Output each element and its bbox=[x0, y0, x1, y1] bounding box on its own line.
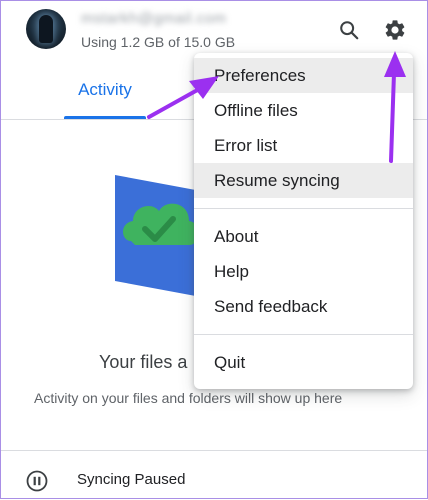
menu-item-error-list[interactable]: Error list bbox=[194, 128, 413, 163]
menu-divider bbox=[194, 208, 413, 209]
storage-usage: Using 1.2 GB of 15.0 GB bbox=[81, 34, 236, 50]
menu-item-help[interactable]: Help bbox=[194, 254, 413, 289]
menu-item-offline-files[interactable]: Offline files bbox=[194, 93, 413, 128]
sync-status-text: Syncing Paused bbox=[77, 471, 186, 488]
avatar-figure bbox=[39, 15, 53, 43]
settings-menu: Preferences Offline files Error list Res… bbox=[194, 53, 413, 389]
menu-item-send-feedback[interactable]: Send feedback bbox=[194, 289, 413, 324]
pause-circle-icon[interactable] bbox=[26, 470, 48, 492]
menu-item-preferences[interactable]: Preferences bbox=[194, 58, 413, 93]
tab-activity-label: Activity bbox=[78, 80, 132, 99]
avatar[interactable] bbox=[26, 9, 66, 49]
account-email: mstarkh@gmail.com bbox=[81, 10, 227, 27]
settings-button[interactable] bbox=[379, 14, 411, 46]
menu-item-about[interactable]: About bbox=[194, 219, 413, 254]
menu-item-resume-syncing[interactable]: Resume syncing bbox=[194, 163, 413, 198]
search-button[interactable] bbox=[333, 14, 365, 46]
empty-state-title: Your files a bbox=[99, 352, 188, 372]
drive-sync-window: mstarkh@gmail.com Using 1.2 GB of 15.0 G… bbox=[0, 0, 428, 499]
footer-divider bbox=[1, 450, 427, 451]
gear-icon bbox=[385, 20, 405, 40]
empty-state-subtitle: Activity on your files and folders will … bbox=[34, 390, 343, 406]
search-icon bbox=[340, 21, 359, 40]
menu-divider bbox=[194, 334, 413, 335]
menu-item-quit[interactable]: Quit bbox=[194, 345, 413, 380]
tab-activity[interactable]: Activity bbox=[64, 71, 146, 119]
